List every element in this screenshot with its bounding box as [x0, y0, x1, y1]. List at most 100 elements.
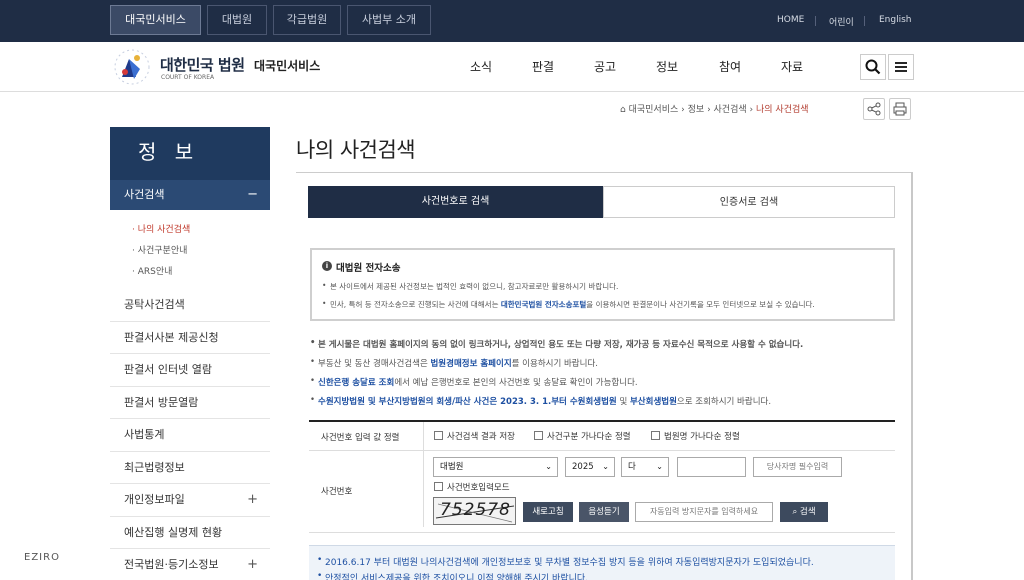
- expand-icon[interactable]: +: [247, 484, 258, 516]
- submenu-case-type-guide[interactable]: · 사건구분안내: [132, 241, 270, 262]
- busan-rehab-link[interactable]: 부산회생법원: [630, 397, 677, 407]
- sidebar-item-laws[interactable]: 최근법령정보: [110, 452, 270, 484]
- nav-announce[interactable]: 공고: [594, 58, 616, 75]
- bullet-text: 를 이용하시기 바랍니다.: [511, 359, 598, 369]
- bullet-text: 및: [616, 397, 630, 407]
- watermark: EZIRO: [24, 552, 60, 563]
- sidebar-submenu: · 나의 사건검색 · 사건구분안내 · ARS안내: [110, 210, 270, 289]
- top-tab-public-service[interactable]: 대국민서비스: [110, 5, 201, 35]
- info-icon: i: [322, 261, 332, 271]
- sort-label: 사건번호 입력 값 정렬: [321, 433, 400, 443]
- breadcrumb-item[interactable]: 대국민서비스: [629, 105, 679, 115]
- case-type-select-value: 다: [628, 462, 636, 472]
- court-select-value: 대법원: [440, 462, 464, 472]
- sidebar-item-label: 판결서 방문열람: [124, 395, 199, 409]
- audio-captcha-button[interactable]: 음성듣기: [579, 502, 629, 522]
- sidebar-item-privacy-files[interactable]: 개인정보파일 +: [110, 484, 270, 517]
- sidebar: 정 보 사건검색 − · 나의 사건검색 · 사건구분안내 · ARS안내 공탁…: [110, 127, 270, 580]
- share-icon: [867, 102, 881, 116]
- nav-news[interactable]: 소식: [470, 58, 492, 75]
- nav-info[interactable]: 정보: [656, 58, 678, 75]
- court-logo-icon[interactable]: [112, 47, 152, 87]
- captcha-notice-line: 안정적인 서비스제공을 위한 조치이오니 이점 양해해 주시기 바랍니다.: [309, 571, 895, 580]
- english-link[interactable]: English: [879, 15, 912, 25]
- court-select[interactable]: 대법원 ⌄: [433, 457, 558, 477]
- sidebar-item-label: 사건검색: [124, 188, 165, 201]
- submenu-ars-guide[interactable]: · ARS안내: [132, 262, 270, 283]
- notice-title-text: 대법원 전자소송: [336, 263, 401, 274]
- top-separator: [864, 16, 865, 26]
- input-mode-checkbox[interactable]: 사건번호입력모드: [434, 481, 510, 493]
- captcha-image: 752578: [433, 497, 516, 525]
- sort-case-type-checkbox[interactable]: 사건구분 가나다순 정렬: [534, 430, 631, 442]
- notice-title: i 대법원 전자소송: [322, 260, 883, 274]
- title-divider: [296, 172, 912, 173]
- content-scrollbar[interactable]: [911, 172, 913, 580]
- submenu-my-case-search[interactable]: · 나의 사건검색: [132, 220, 270, 241]
- sidebar-item-judgment-copy[interactable]: 판결서사본 제공신청: [110, 322, 270, 354]
- page: 대국민서비스 대법원 각급법원 사법부 소개 HOME 어린이 English …: [0, 0, 1024, 580]
- sidebar-item-judgment-online[interactable]: 판결서 인터넷 열람: [110, 354, 270, 387]
- search-button[interactable]: [860, 54, 886, 80]
- sidebar-item-label: 전국법원·등기소정보: [124, 558, 219, 571]
- e-litigation-link[interactable]: 대한민국법원 전자소송포털: [501, 300, 586, 309]
- nav-judgment[interactable]: 판결: [532, 58, 554, 75]
- search-submit-button[interactable]: ⌕ 검색: [780, 502, 828, 522]
- kids-link[interactable]: 어린이: [829, 15, 854, 28]
- bullet-text: 수원지방법원 및 부산지방법원의 회생/파산 사건은 2023. 3. 1.부터: [318, 397, 570, 407]
- print-icon: [893, 102, 907, 116]
- bullet-text: 에서 예납 은행번호로 본인의 사건번호 및 송달료 확인이 가능합니다.: [394, 378, 638, 388]
- sidebar-item-case-search[interactable]: 사건검색 −: [110, 180, 270, 210]
- party-name-input[interactable]: 당사자명 필수입력: [753, 457, 842, 477]
- top-bar: 대국민서비스 대법원 각급법원 사법부 소개 HOME 어린이 English: [0, 0, 1024, 42]
- case-type-select[interactable]: 다 ⌄: [621, 457, 669, 477]
- notice-text: 민사, 특허 등 전자소송으로 진행되는 사건에 대해서는: [330, 300, 501, 309]
- sidebar-item-label: 사법통계: [124, 428, 165, 441]
- nav-resources[interactable]: 자료: [781, 58, 803, 75]
- sidebar-item-court-info[interactable]: 전국법원·등기소정보 +: [110, 549, 270, 580]
- shinhan-link[interactable]: 신한은행 송달료 조회: [318, 378, 394, 388]
- notice-bullet-auction: 부동산 및 동산 경매사건검색은 법원경매정보 홈페이지를 이용하시기 바랍니다…: [310, 357, 598, 369]
- search-icon: [865, 59, 881, 75]
- sidebar-item-budget[interactable]: 예산집행 실명제 현황: [110, 517, 270, 549]
- checkbox-icon: [434, 482, 443, 491]
- top-tab-courts[interactable]: 각급법원: [273, 5, 341, 35]
- sidebar-item-judgment-visit[interactable]: 판결서 방문열람: [110, 387, 270, 419]
- form-top-border: [309, 420, 895, 422]
- home-icon: ⌂: [620, 105, 626, 115]
- sidebar-item-label: 판결서 인터넷 열람: [124, 363, 212, 376]
- form-row-divider: [309, 450, 895, 451]
- print-button[interactable]: [889, 98, 911, 120]
- chevron-down-icon: ⌄: [602, 462, 609, 471]
- menu-button[interactable]: [888, 54, 914, 80]
- case-serial-input[interactable]: [677, 457, 746, 477]
- auction-link[interactable]: 법원경매정보 홈페이지: [430, 359, 511, 369]
- sidebar-item-statistics[interactable]: 사법통계: [110, 419, 270, 452]
- tab-certificate-search[interactable]: 인증서로 검색: [603, 186, 895, 218]
- notice-bullet-usage: 본 게시물은 대법원 홈페이지의 동의 없이 링크하거나, 상업적인 용도 또는…: [310, 338, 803, 350]
- top-tab-judiciary-intro[interactable]: 사법부 소개: [347, 5, 431, 35]
- home-link[interactable]: HOME: [777, 15, 804, 25]
- breadcrumb-current: 나의 사건검색: [756, 105, 809, 115]
- year-select[interactable]: 2025 ⌄: [565, 457, 615, 477]
- collapse-icon[interactable]: −: [247, 180, 258, 210]
- brand-title[interactable]: 대한민국 법원: [160, 54, 245, 75]
- suwon-rehab-link[interactable]: 수원회생법원: [570, 397, 617, 407]
- captcha-input[interactable]: 자동입력 방지문자를 입력하세요: [635, 502, 773, 522]
- sidebar-item-deposit-search[interactable]: 공탁사건검색: [110, 289, 270, 322]
- page-title: 나의 사건검색: [296, 138, 416, 162]
- expand-icon[interactable]: +: [247, 549, 258, 580]
- breadcrumb-item[interactable]: 정보: [688, 105, 705, 115]
- refresh-captcha-button[interactable]: 새로고침: [523, 502, 573, 522]
- notice-line: 민사, 특허 등 전자소송으로 진행되는 사건에 대해서는 대한민국법원 전자소…: [322, 299, 883, 310]
- breadcrumb-item[interactable]: 사건검색: [714, 105, 747, 115]
- captcha-notice-line: 2016.6.17 부터 대법원 나의사건검색에 개인정보보호 및 무차별 정보…: [309, 555, 895, 568]
- share-button[interactable]: [863, 98, 885, 120]
- save-result-checkbox[interactable]: 사건검색 결과 저장: [434, 430, 515, 442]
- sort-court-checkbox[interactable]: 법원명 가나다순 정렬: [651, 430, 740, 442]
- breadcrumb: ⌂ 대국민서비스 › 정보 › 사건검색 › 나의 사건검색: [620, 102, 809, 115]
- tab-case-number-search[interactable]: 사건번호로 검색: [308, 186, 603, 218]
- top-tab-supreme-court[interactable]: 대법원: [207, 5, 267, 35]
- captcha-notice: 2016.6.17 부터 대법원 나의사건검색에 개인정보보호 및 무차별 정보…: [309, 545, 895, 580]
- nav-participate[interactable]: 참여: [719, 58, 741, 75]
